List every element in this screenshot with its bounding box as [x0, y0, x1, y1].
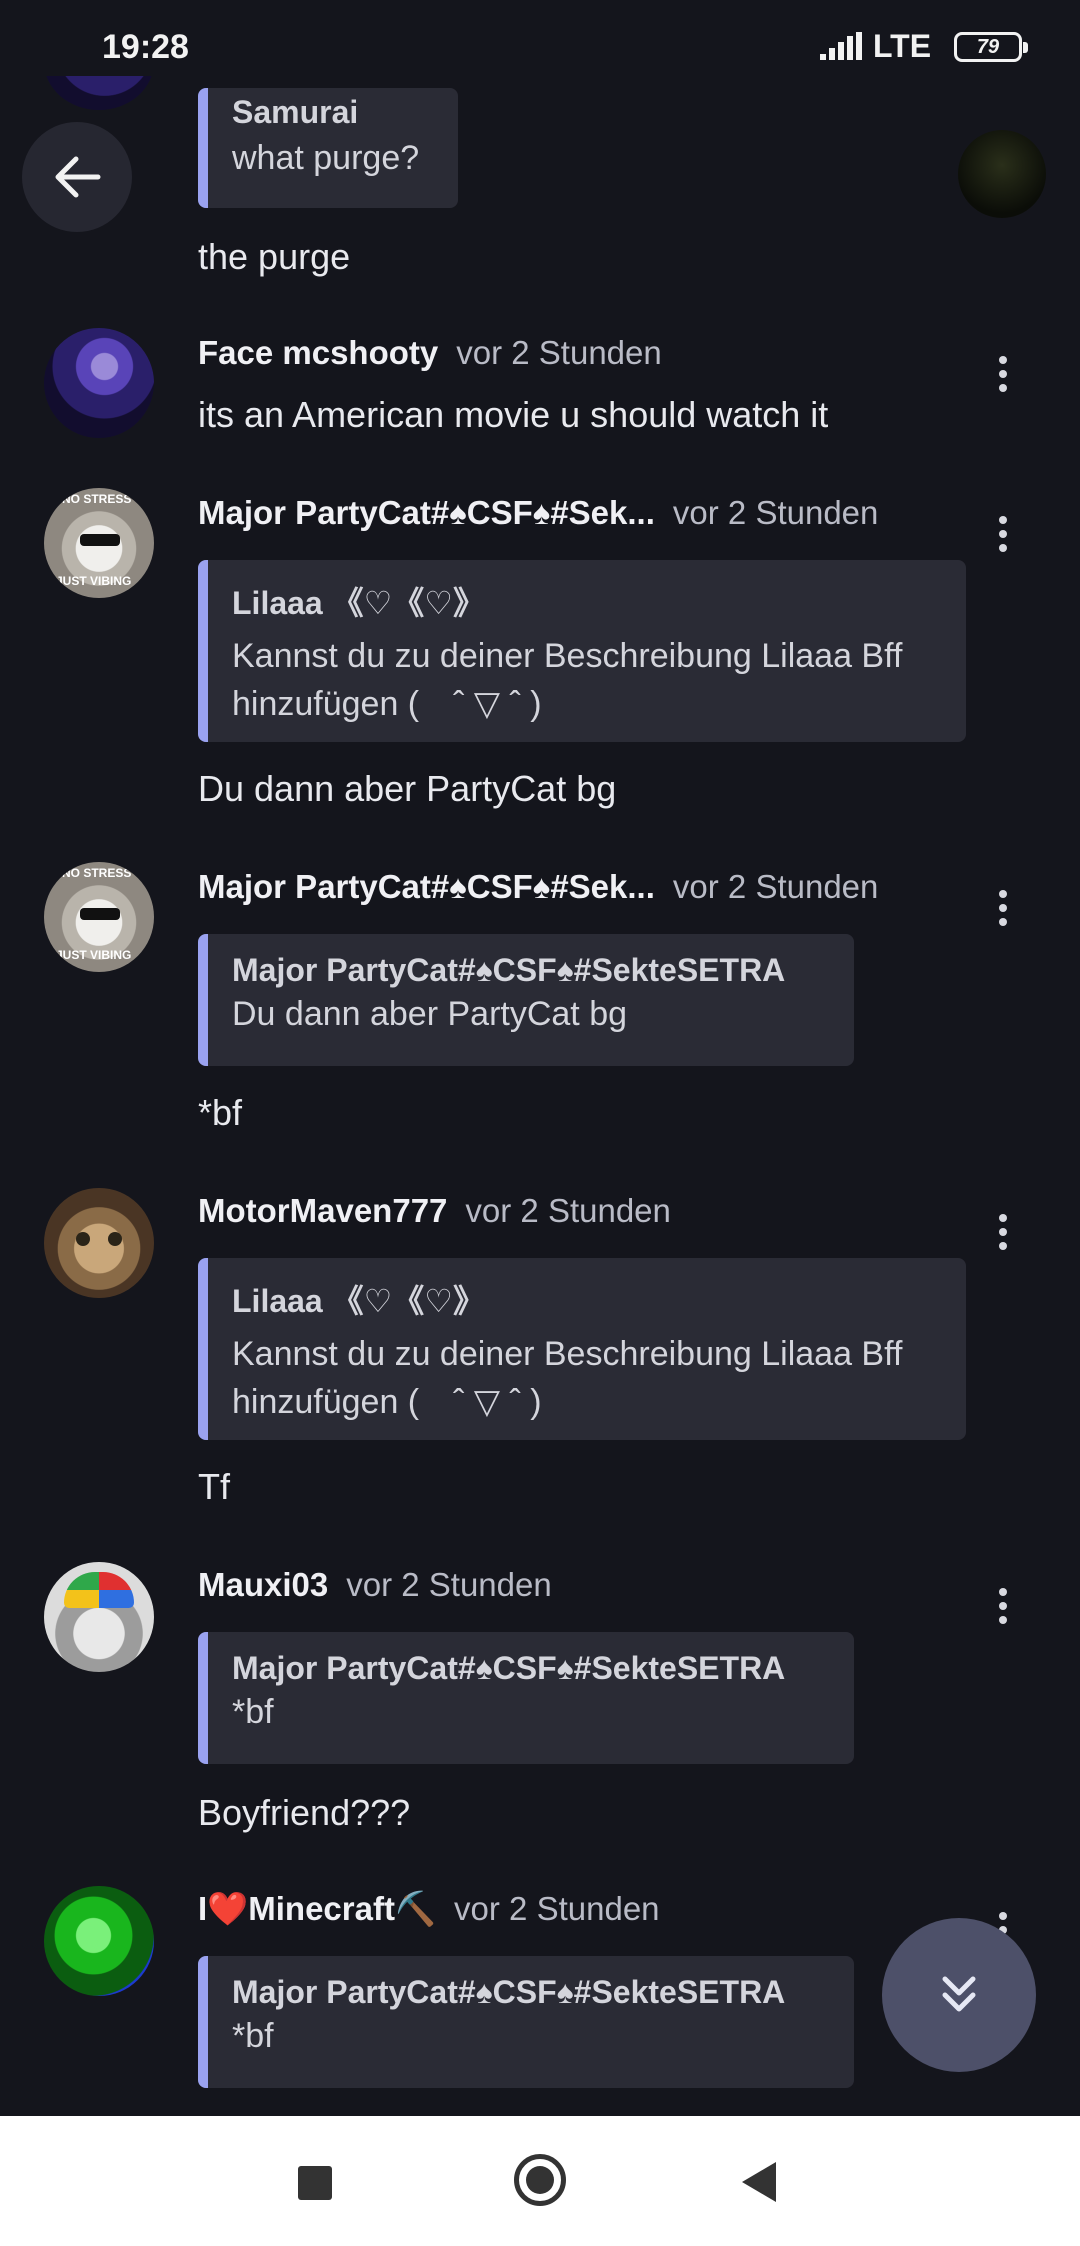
- arrow-left-icon: [55, 156, 101, 198]
- quote-author: Samurai: [232, 94, 359, 130]
- timestamp: vor 2 Stunden: [672, 868, 879, 905]
- avatar-caption: JUST VIBING: [56, 574, 132, 588]
- username-text: MotorMaven777: [198, 1192, 448, 1229]
- avatar[interactable]: [958, 130, 1046, 218]
- sunglasses-icon: [80, 908, 120, 920]
- message-text: *bf: [198, 1092, 243, 1133]
- avatar-caption: JUST VIBING: [56, 948, 132, 962]
- timestamp: vor 2 Stunden: [454, 1890, 660, 1927]
- quoted-message[interactable]: Major PartyCat#♠CSF♠#SekteSETRA *bf: [198, 1632, 854, 1764]
- more-options-button[interactable]: [988, 1584, 1018, 1628]
- battery-level: 79: [976, 36, 1000, 58]
- status-time: 19:28: [102, 28, 189, 66]
- quote-author: Lilaaa 《♡《♡》: [232, 1283, 485, 1319]
- message-text: Boyfriend???: [198, 1792, 411, 1833]
- avatar-caption: NO STRESS: [62, 492, 132, 506]
- back-button[interactable]: [22, 122, 132, 232]
- cat-face-icon: [76, 1232, 122, 1246]
- avatar[interactable]: NO STRESS JUST VIBING: [44, 488, 154, 598]
- system-nav-bar: [0, 2116, 1080, 2246]
- quote-text: Kannst du zu deiner Beschreibung Lilaaa …: [232, 1335, 903, 1421]
- username-text: Major PartyCat#♠CSF♠#Sek...: [198, 868, 655, 905]
- recents-button[interactable]: [298, 2166, 332, 2200]
- message-text: the purge: [198, 236, 351, 277]
- quote-text: *bf: [232, 2017, 274, 2055]
- avatar-caption: NO STRESS: [62, 866, 132, 880]
- quote-text: Du dann aber PartyCat bg: [232, 995, 628, 1033]
- username[interactable]: I❤️Minecraft⛏️ vor 2 Stunden: [198, 1890, 660, 1929]
- chat-screen: 19:28 LTE 79 Samurai what purge? the pur…: [0, 0, 1080, 2246]
- timestamp: vor 2 Stunden: [346, 1566, 552, 1603]
- double-chevron-down-icon: [942, 1976, 976, 2012]
- quote-author: Major PartyCat#♠CSF♠#SekteSETRA: [232, 1650, 786, 1686]
- quote-author: Major PartyCat#♠CSF♠#SekteSETRA: [232, 1974, 786, 2010]
- scroll-to-bottom-button[interactable]: [882, 1918, 1036, 2072]
- propeller-hat-icon: [64, 1572, 134, 1608]
- message-text: Du dann aber PartyCat bg: [198, 768, 617, 809]
- quoted-message[interactable]: Lilaaa 《♡《♡》 Kannst du zu deiner Beschre…: [198, 1258, 966, 1440]
- battery-icon: 79: [954, 32, 1028, 62]
- message-text: Tf: [198, 1466, 230, 1507]
- quote-text: what purge?: [232, 139, 420, 177]
- avatar[interactable]: [44, 1886, 154, 1996]
- sunglasses-icon: [80, 534, 120, 546]
- timestamp: vor 2 Stunden: [456, 334, 662, 371]
- username-text: Face mcshooty: [198, 334, 439, 371]
- avatar[interactable]: [44, 1188, 154, 1298]
- username-text: I❤️Minecraft⛏️: [198, 1890, 437, 1927]
- quoted-message[interactable]: Major PartyCat#♠CSF♠#SekteSETRA Du dann …: [198, 934, 854, 1066]
- system-back-button[interactable]: [742, 2162, 776, 2202]
- more-options-button[interactable]: [988, 1210, 1018, 1254]
- avatar[interactable]: [44, 1562, 154, 1672]
- username[interactable]: MotorMaven777 vor 2 Stunden: [198, 1192, 671, 1230]
- username-text: Major PartyCat#♠CSF♠#Sek...: [198, 494, 655, 531]
- quoted-message[interactable]: Lilaaa 《♡《♡》 Kannst du zu deiner Beschre…: [198, 560, 966, 742]
- network-type: LTE: [873, 28, 932, 64]
- signal-icon: [820, 32, 862, 60]
- home-button[interactable]: [514, 2154, 566, 2206]
- more-options-button[interactable]: [988, 512, 1018, 556]
- quoted-message[interactable]: Samurai what purge?: [198, 88, 458, 208]
- more-options-button[interactable]: [988, 886, 1018, 930]
- username[interactable]: Major PartyCat#♠CSF♠#Sek... vor 2 Stunden: [198, 494, 878, 532]
- quote-author: Lilaaa 《♡《♡》: [232, 585, 485, 621]
- quote-text: *bf: [232, 1693, 274, 1731]
- quote-text: Kannst du zu deiner Beschreibung Lilaaa …: [232, 637, 903, 723]
- timestamp: vor 2 Stunden: [672, 494, 879, 531]
- avatar[interactable]: NO STRESS JUST VIBING: [44, 862, 154, 972]
- more-options-button[interactable]: [988, 352, 1018, 396]
- quote-author: Major PartyCat#♠CSF♠#SekteSETRA: [232, 952, 786, 988]
- timestamp: vor 2 Stunden: [465, 1192, 671, 1229]
- username[interactable]: Mauxi03 vor 2 Stunden: [198, 1566, 552, 1604]
- username[interactable]: Major PartyCat#♠CSF♠#Sek... vor 2 Stunden: [198, 868, 878, 906]
- quoted-message[interactable]: Major PartyCat#♠CSF♠#SekteSETRA *bf: [198, 1956, 854, 2088]
- message-text: its an American movie u should watch it: [198, 394, 829, 435]
- avatar[interactable]: [44, 328, 154, 438]
- username[interactable]: Face mcshooty vor 2 Stunden: [198, 334, 662, 372]
- username-text: Mauxi03: [198, 1566, 329, 1603]
- status-bar: 19:28 LTE 79: [0, 0, 1080, 92]
